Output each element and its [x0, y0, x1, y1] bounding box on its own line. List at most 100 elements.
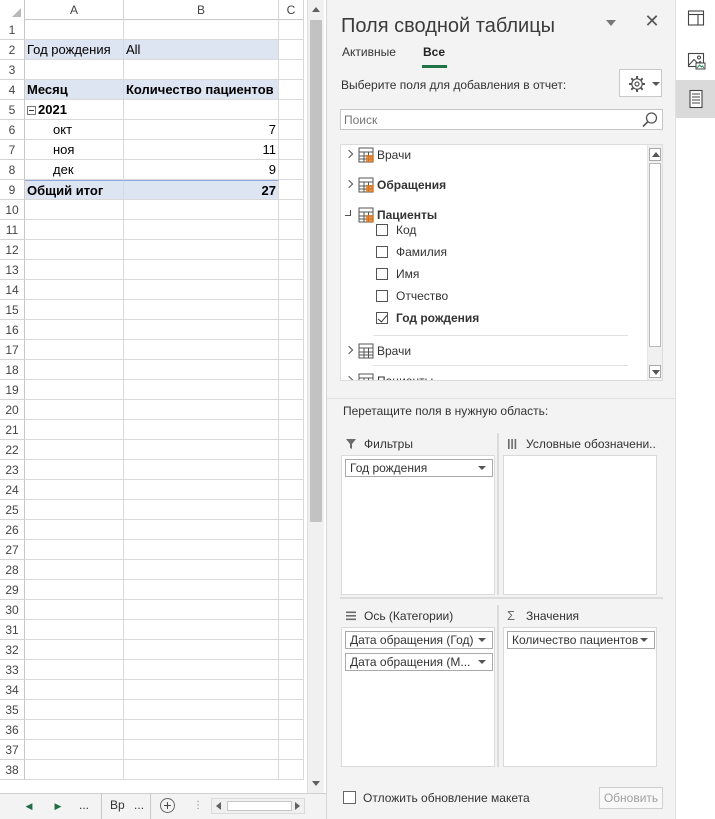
pivot-grand-total-label[interactable]: Общий итог	[25, 180, 124, 200]
more-sheets-left[interactable]: ...	[79, 798, 89, 812]
sheet-vertical-scrollbar[interactable]	[307, 0, 324, 793]
cell[interactable]	[25, 220, 124, 240]
row-header[interactable]: 19	[0, 380, 25, 400]
row-header[interactable]: 31	[0, 620, 25, 640]
field-list-scroll-thumb[interactable]	[649, 163, 661, 347]
row-header[interactable]: 16	[0, 320, 25, 340]
cell[interactable]	[279, 140, 304, 160]
pivot-filter-value[interactable]: All	[124, 40, 279, 60]
row-header[interactable]: 15	[0, 300, 25, 320]
cell[interactable]	[279, 60, 304, 80]
cell[interactable]	[279, 380, 304, 400]
cell[interactable]	[25, 620, 124, 640]
scroll-thumb[interactable]	[310, 20, 322, 522]
row-header[interactable]: 34	[0, 680, 25, 700]
scroll-left-arrow-icon[interactable]	[212, 799, 226, 813]
cell[interactable]	[124, 580, 279, 600]
cell[interactable]	[124, 760, 279, 780]
row-header[interactable]: 14	[0, 280, 25, 300]
tab-split-grip-icon[interactable]: ⋮	[193, 800, 203, 811]
cell[interactable]	[279, 480, 304, 500]
next-sheet-icon[interactable]: ▶	[51, 799, 65, 813]
cell[interactable]	[25, 360, 124, 380]
row-header[interactable]: 12	[0, 240, 25, 260]
row-header[interactable]: 25	[0, 500, 25, 520]
pivot-year-row[interactable]: 2021	[25, 100, 124, 120]
row-header[interactable]: 33	[0, 660, 25, 680]
cell[interactable]	[25, 300, 124, 320]
cell[interactable]	[124, 200, 279, 220]
pivot-month-label[interactable]: дек	[25, 160, 124, 180]
cell[interactable]	[124, 60, 279, 80]
cell[interactable]	[279, 160, 304, 180]
areas-vertical-separator[interactable]	[497, 433, 499, 595]
cell[interactable]	[25, 520, 124, 540]
cell[interactable]	[124, 100, 279, 120]
cell[interactable]	[124, 420, 279, 440]
axis-field-pill[interactable]: Дата обращения (М...	[345, 653, 493, 671]
cell[interactable]	[25, 640, 124, 660]
row-header[interactable]: 5	[0, 100, 25, 120]
row-header[interactable]: 8	[0, 160, 25, 180]
add-sheet-icon[interactable]: +	[160, 798, 175, 813]
row-header[interactable]: 2	[0, 40, 25, 60]
row-header[interactable]: 22	[0, 440, 25, 460]
row-header[interactable]: 29	[0, 580, 25, 600]
row-header[interactable]: 13	[0, 260, 25, 280]
cell[interactable]	[25, 600, 124, 620]
row-header[interactable]: 36	[0, 720, 25, 740]
scroll-down-arrow-icon[interactable]	[308, 775, 324, 792]
row-header[interactable]: 4	[0, 80, 25, 100]
filter-field-pill[interactable]: Год рождения	[345, 459, 493, 477]
values-field-pill[interactable]: Количество пациентов	[507, 631, 655, 649]
sheet-horizontal-scrollbar[interactable]	[211, 798, 305, 814]
prev-sheet-icon[interactable]: ◀	[22, 799, 36, 813]
cell[interactable]	[25, 240, 124, 260]
field-checkbox[interactable]	[376, 224, 388, 236]
cell[interactable]	[279, 240, 304, 260]
cell[interactable]	[25, 580, 124, 600]
cell[interactable]	[124, 380, 279, 400]
row-header[interactable]: 38	[0, 760, 25, 780]
cell[interactable]	[25, 320, 124, 340]
cell[interactable]	[279, 320, 304, 340]
cell[interactable]	[25, 340, 124, 360]
field-checkbox-checked[interactable]	[376, 312, 388, 324]
pane-options-dropdown-icon[interactable]	[604, 14, 618, 30]
cell[interactable]	[124, 360, 279, 380]
defer-checkbox[interactable]	[343, 791, 356, 804]
select-all-corner[interactable]	[0, 0, 25, 20]
area-axis-dropzone[interactable]: Дата обращения (Год) Дата обращения (М..…	[341, 627, 495, 767]
pivot-month-count[interactable]: 9	[124, 160, 279, 180]
field-list-button[interactable]	[676, 80, 715, 118]
cell[interactable]	[124, 740, 279, 760]
pivot-month-count[interactable]: 7	[124, 120, 279, 140]
cell[interactable]	[279, 600, 304, 620]
row-header[interactable]: 35	[0, 700, 25, 720]
cell[interactable]	[25, 740, 124, 760]
cell[interactable]	[279, 420, 304, 440]
row-header[interactable]: 3	[0, 60, 25, 80]
cell[interactable]	[25, 380, 124, 400]
cell[interactable]	[279, 340, 304, 360]
cell[interactable]	[124, 240, 279, 260]
cell[interactable]	[25, 540, 124, 560]
cell[interactable]	[124, 660, 279, 680]
cell[interactable]	[25, 700, 124, 720]
search-icon[interactable]	[641, 111, 659, 129]
cell[interactable]	[25, 480, 124, 500]
cell[interactable]	[124, 220, 279, 240]
update-button[interactable]: Обновить	[599, 787, 663, 809]
row-header[interactable]: 17	[0, 340, 25, 360]
expand-chevron-icon[interactable]	[345, 145, 355, 165]
cell[interactable]	[279, 680, 304, 700]
cell[interactable]	[279, 260, 304, 280]
column-header-c[interactable]: C	[279, 0, 304, 20]
cell[interactable]	[124, 20, 279, 40]
row-header[interactable]: 21	[0, 420, 25, 440]
cell[interactable]	[124, 280, 279, 300]
cell[interactable]	[279, 180, 304, 200]
more-sheets-right[interactable]: ...	[134, 798, 144, 812]
cell[interactable]	[279, 440, 304, 460]
collapse-icon[interactable]	[27, 106, 36, 116]
